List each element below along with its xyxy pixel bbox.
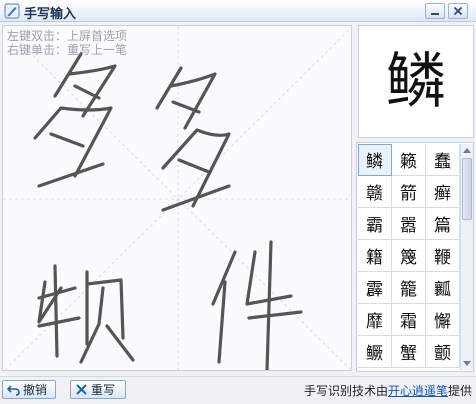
candidate-char[interactable]: 鞭 [426, 240, 460, 272]
clear-x-icon [76, 384, 87, 395]
scroll-thumb[interactable] [462, 158, 472, 220]
credit-suffix: 提供 [447, 384, 472, 398]
window-title: 手写输入 [24, 7, 77, 22]
undo-label: 撤销 [23, 383, 48, 397]
candidate-char[interactable]: 籠 [392, 272, 426, 304]
candidate-char[interactable]: 靡 [358, 304, 392, 336]
handwritten-text [33, 52, 303, 370]
recognized-char-preview[interactable]: 鳞 [358, 25, 474, 138]
candidate-char[interactable]: 籍 [358, 240, 392, 272]
scroll-up-button[interactable] [461, 144, 473, 156]
rewrite-button[interactable]: 重写 [70, 380, 126, 399]
candidate-panel: 鳞 籁 蠢 赣 箭 癣 霸 嚣 篇 籍 篾 鞭 霹 籠 瓤 靡 霜 懈 鳜 蟹 … [356, 142, 474, 372]
pen-icon [4, 3, 20, 19]
candidate-char[interactable]: 懈 [426, 304, 460, 336]
bottom-toolbar: 撤销 重写 手写识别技术由开心逍遥笔提供 [0, 376, 476, 404]
candidate-char[interactable]: 霜 [392, 304, 426, 336]
candidate-char[interactable]: 瓤 [426, 272, 460, 304]
candidate-grid: 鳞 籁 蠢 赣 箭 癣 霸 嚣 篇 籍 篾 鞭 霹 籠 瓤 靡 霜 懈 鳜 蟹 … [358, 144, 460, 368]
candidate-char[interactable]: 箭 [392, 176, 426, 208]
candidate-char[interactable]: 鳞 [358, 144, 392, 176]
candidate-char[interactable]: 鳜 [358, 336, 392, 368]
hint-double-click: 左键双击：上屏首选项 [7, 29, 128, 43]
candidate-scrollbar[interactable] [460, 144, 473, 370]
candidate-char[interactable]: 霸 [358, 208, 392, 240]
candidate-char[interactable]: 篇 [426, 208, 460, 240]
close-icon [453, 6, 463, 16]
candidate-char[interactable]: 蟹 [392, 336, 426, 368]
candidate-char[interactable]: 篾 [392, 240, 426, 272]
candidate-char[interactable]: 霹 [358, 272, 392, 304]
candidate-char[interactable]: 籁 [392, 144, 426, 176]
title-bar[interactable]: 手写输入 [0, 0, 476, 22]
undo-icon [7, 385, 20, 396]
credit-prefix: 手写识别技术由 [303, 384, 388, 398]
undo-button[interactable]: 撤销 [2, 380, 56, 399]
close-button[interactable] [448, 3, 468, 19]
triangle-down-icon [463, 361, 471, 366]
handwriting-canvas[interactable]: 左键双击：上屏首选项 右键单击：重写上一笔 [2, 25, 352, 371]
minimize-icon [431, 13, 439, 15]
candidate-char[interactable]: 蠢 [426, 144, 460, 176]
rewrite-label: 重写 [91, 383, 116, 397]
credit-link[interactable]: 开心逍遥笔 [388, 384, 448, 398]
hint-right-click: 右键单击：重写上一笔 [7, 43, 128, 57]
triangle-up-icon [463, 148, 471, 153]
candidate-char[interactable]: 嚣 [392, 208, 426, 240]
preview-char: 鳞 [386, 46, 446, 117]
scroll-down-button[interactable] [461, 358, 473, 370]
minimize-button[interactable] [425, 3, 445, 19]
candidate-char[interactable]: 癣 [426, 176, 460, 208]
ink-strokes [3, 26, 351, 370]
credit-text: 手写识别技术由开心逍遥笔提供 [304, 382, 472, 399]
candidate-char[interactable]: 颤 [426, 336, 460, 368]
candidate-char[interactable]: 赣 [358, 176, 392, 208]
